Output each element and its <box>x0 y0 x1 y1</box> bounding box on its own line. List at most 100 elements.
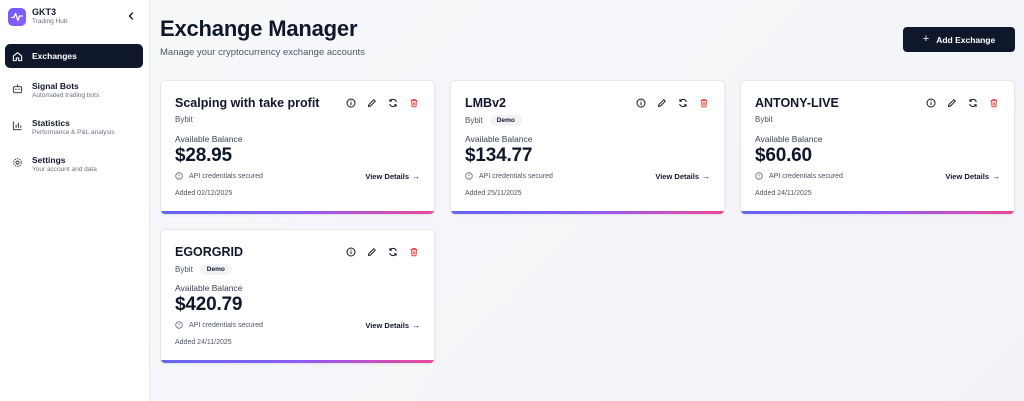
exchange-provider: Bybit <box>175 265 193 274</box>
info-icon[interactable] <box>345 246 357 258</box>
sidebar-item-signal-bots[interactable]: Signal Bots Automated trading bots <box>5 76 143 105</box>
sidebar-item-exchanges[interactable]: Exchanges <box>5 44 143 68</box>
exchange-provider: Bybit <box>465 116 483 125</box>
view-details-label: View Details <box>365 321 409 330</box>
view-details-link[interactable]: View Details → <box>365 172 420 181</box>
shield-icon <box>465 172 473 180</box>
shield-icon <box>755 172 763 180</box>
demo-badge: Demo <box>489 115 522 126</box>
view-details-link[interactable]: View Details → <box>365 321 420 330</box>
sidebar-item-label: Signal Bots <box>32 81 79 91</box>
page-title: Exchange Manager <box>160 16 358 41</box>
provider-row: Bybit <box>755 115 773 124</box>
refresh-icon[interactable] <box>677 97 689 109</box>
balance-value: $134.77 <box>465 145 533 166</box>
add-exchange-button[interactable]: + Add Exchange <box>903 27 1015 52</box>
added-date: Added 24/11/2025 <box>175 339 232 346</box>
brand-subtitle: Trading Hub <box>32 18 68 26</box>
chevron-left-icon <box>128 12 134 20</box>
card-actions <box>336 246 420 258</box>
card-accent-bar <box>741 211 1014 214</box>
info-icon[interactable] <box>635 97 647 109</box>
activity-logo-icon <box>8 8 26 26</box>
arrow-right-icon: → <box>412 172 420 181</box>
sidebar-item-label: Exchanges <box>32 50 77 61</box>
info-icon[interactable] <box>345 97 357 109</box>
add-exchange-label: Add Exchange <box>936 34 996 45</box>
edit-icon[interactable] <box>366 97 378 109</box>
view-details-label: View Details <box>945 172 989 181</box>
shield-icon <box>175 172 183 180</box>
exchange-provider: Bybit <box>755 115 773 124</box>
credentials-status: API credentials secured <box>175 321 263 329</box>
balance-value: $420.79 <box>175 294 243 315</box>
refresh-icon[interactable] <box>967 97 979 109</box>
delete-icon[interactable] <box>408 246 420 258</box>
exchange-name: LMBv2 <box>465 96 506 110</box>
balance-label: Available Balance <box>465 134 533 144</box>
delete-icon[interactable] <box>408 97 420 109</box>
edit-icon[interactable] <box>366 246 378 258</box>
view-details-label: View Details <box>365 172 409 181</box>
credentials-status: API credentials secured <box>465 172 553 180</box>
balance-label: Available Balance <box>755 134 823 144</box>
card-accent-bar <box>161 360 434 363</box>
exchange-provider: Bybit <box>175 115 193 124</box>
balance-label: Available Balance <box>175 283 243 293</box>
balance-value: $60.60 <box>755 145 812 166</box>
gear-icon <box>11 156 23 168</box>
page-subtitle: Manage your cryptocurrency exchange acco… <box>160 47 365 58</box>
credentials-status-text: API credentials secured <box>189 172 263 180</box>
credentials-status-text: API credentials secured <box>189 321 263 329</box>
sidebar-item-label: Statistics <box>32 118 70 128</box>
sidebar-nav: Exchanges Signal Bots Automated trading … <box>5 44 143 187</box>
refresh-icon[interactable] <box>387 246 399 258</box>
sidebar-item-settings[interactable]: Settings Your account and data <box>5 150 143 179</box>
demo-badge: Demo <box>199 264 232 275</box>
credentials-status: API credentials secured <box>755 172 843 180</box>
sidebar-item-description: Your account and data <box>32 165 97 173</box>
plus-icon: + <box>922 33 930 45</box>
delete-icon[interactable] <box>988 97 1000 109</box>
sidebar-item-statistics[interactable]: Statistics Performance & P&L analysis <box>5 113 143 142</box>
balance-value: $28.95 <box>175 145 232 166</box>
provider-row: Bybit Demo <box>465 115 522 126</box>
arrow-right-icon: → <box>992 172 1000 181</box>
home-icon <box>11 50 23 62</box>
sidebar-item-description: Performance & P&L analysis <box>32 128 115 136</box>
shield-icon <box>175 321 183 329</box>
credentials-status-text: API credentials secured <box>769 172 843 180</box>
info-icon[interactable] <box>925 97 937 109</box>
provider-row: Bybit <box>175 115 193 124</box>
edit-icon[interactable] <box>656 97 668 109</box>
view-details-label: View Details <box>655 172 699 181</box>
exchange-name: Scalping with take profit <box>175 96 320 110</box>
exchange-name: ANTONY-LIVE <box>755 96 839 110</box>
sidebar-item-label: Settings <box>32 155 66 165</box>
collapse-sidebar-button[interactable] <box>124 9 138 23</box>
exchange-name: EGORGRID <box>175 245 244 259</box>
provider-row: Bybit Demo <box>175 264 232 275</box>
exchange-card: Scalping with take profit Bybit Available … <box>160 80 435 215</box>
credentials-status-text: API credentials secured <box>479 172 553 180</box>
delete-icon[interactable] <box>698 97 710 109</box>
card-actions <box>626 97 710 109</box>
sidebar-item-description: Automated trading bots <box>32 91 100 99</box>
view-details-link[interactable]: View Details → <box>655 172 710 181</box>
arrow-right-icon: → <box>412 321 420 330</box>
sidebar: GKT3 Trading Hub Exchanges Signal Bots A… <box>0 0 150 401</box>
edit-icon[interactable] <box>946 97 958 109</box>
card-actions <box>336 97 420 109</box>
added-date: Added 02/12/2025 <box>175 190 233 197</box>
arrow-right-icon: → <box>702 172 710 181</box>
card-actions <box>916 97 1000 109</box>
refresh-icon[interactable] <box>387 97 399 109</box>
credentials-status: API credentials secured <box>175 172 263 180</box>
view-details-link[interactable]: View Details → <box>945 172 1000 181</box>
bar-chart-icon <box>11 119 23 131</box>
main-content: Exchange Manager Manage your cryptocurre… <box>151 0 1024 401</box>
brand-name: GKT3 <box>32 7 57 18</box>
brand: GKT3 Trading Hub <box>8 8 68 26</box>
exchange-card: LMBv2 Bybit Demo Available Balance $134.77 AP… <box>450 80 725 215</box>
balance-label: Available Balance <box>175 134 243 144</box>
